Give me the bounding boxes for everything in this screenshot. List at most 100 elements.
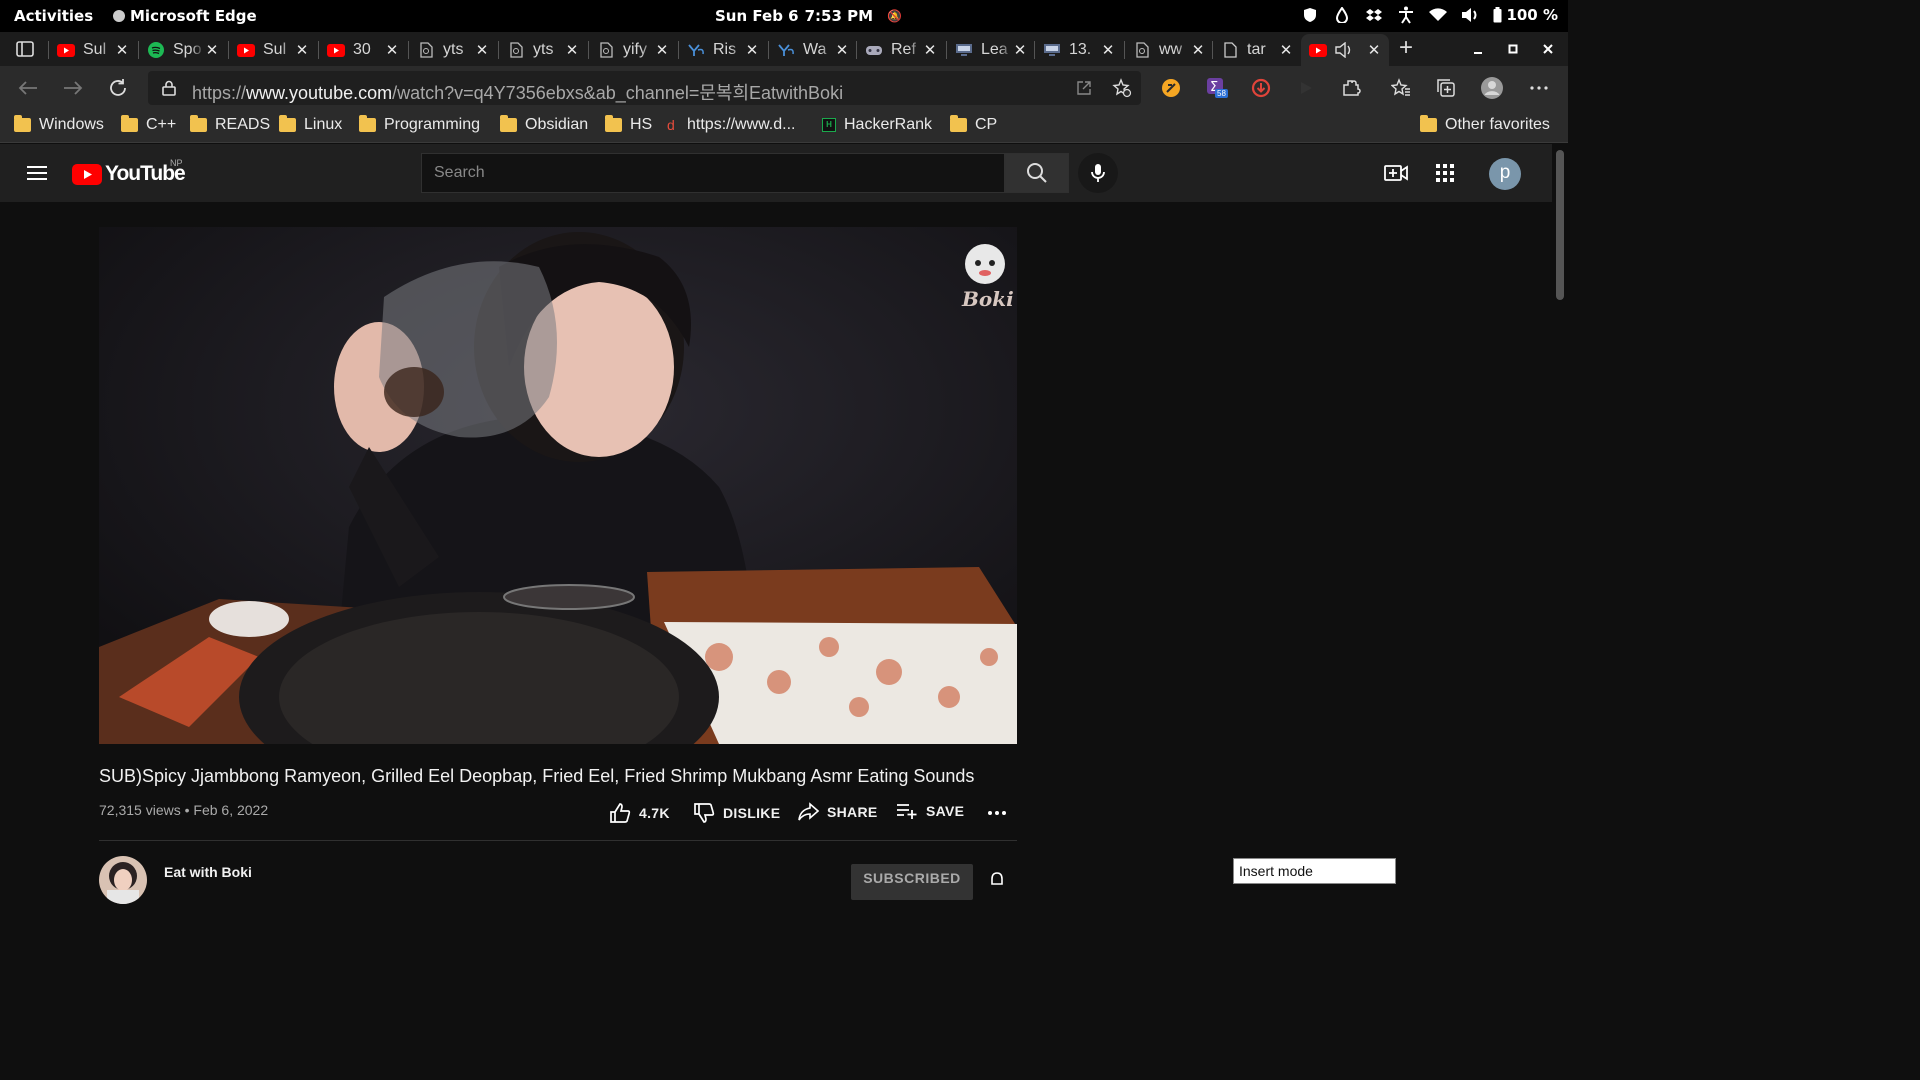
tab-close-icon[interactable]: ✕ [565, 41, 579, 59]
app-menu[interactable]: Microsoft Edge [113, 7, 257, 25]
url-text[interactable]: https://www.youtube.com/watch?v=q4Y7356e… [192, 79, 843, 105]
bookmark-item[interactable]: READS [190, 115, 271, 134]
minimize-button[interactable] [1466, 37, 1490, 61]
browser-tab[interactable]: yts ✕ [507, 36, 579, 64]
browser-tab[interactable]: ww ✕ [1133, 36, 1205, 64]
browser-tab[interactable]: Spo ✕ [147, 36, 219, 64]
like-button[interactable]: 4.7K [609, 802, 670, 824]
tab-close-icon[interactable]: ✕ [295, 41, 309, 59]
settings-menu-icon[interactable] [1527, 76, 1551, 100]
search-button[interactable] [1005, 153, 1069, 193]
tab-close-icon[interactable]: ✕ [205, 41, 219, 59]
wifi-icon[interactable] [1429, 6, 1448, 24]
bookmark-item[interactable]: Linux [279, 115, 343, 134]
shield-icon[interactable] [1301, 6, 1319, 24]
hamburger-menu-icon[interactable] [25, 161, 49, 185]
search-input[interactable] [421, 153, 1005, 193]
save-button[interactable]: SAVE [896, 802, 964, 820]
apps-grid-icon[interactable] [1433, 161, 1457, 185]
clock[interactable]: Sun Feb 6 7:53 PM 🔕 [715, 7, 902, 25]
bookmark-label: Linux [304, 116, 343, 133]
bookmark-item[interactable]: CP [950, 115, 997, 134]
bookmark-item[interactable]: Programming [359, 115, 480, 134]
lock-icon[interactable] [162, 80, 176, 96]
bookmark-item[interactable]: HS [605, 115, 652, 134]
tab-close-icon[interactable]: ✕ [1013, 41, 1027, 59]
extension-sigma-icon[interactable]: Σ 58 [1205, 76, 1229, 100]
tab-close-icon[interactable]: ✕ [1101, 41, 1115, 59]
browser-tab[interactable]: Ris ✕ [687, 36, 759, 64]
browser-tab[interactable]: Sul ✕ [237, 36, 309, 64]
maximize-button[interactable] [1501, 37, 1525, 61]
browser-tab[interactable]: Ref ✕ [865, 36, 937, 64]
browser-tab[interactable]: yts ✕ [417, 36, 489, 64]
bookmark-item[interactable]: C++ [121, 115, 176, 134]
favorites-icon[interactable] [1389, 76, 1413, 100]
video-player[interactable]: Boki [99, 227, 1017, 744]
voice-search-button[interactable] [1078, 153, 1118, 193]
notification-bell-icon[interactable] [988, 872, 1006, 886]
forward-button[interactable] [61, 76, 85, 100]
new-tab-button[interactable]: + [1394, 34, 1418, 61]
tab-close-icon[interactable]: ✕ [745, 41, 759, 59]
browser-tab-active[interactable]: ✕ [1309, 36, 1383, 64]
address-bar[interactable]: https://www.youtube.com/watch?v=q4Y7356e… [148, 71, 1141, 105]
dislike-button[interactable]: DISLIKE [693, 802, 780, 824]
battery-indicator[interactable]: 100 % [1493, 6, 1558, 24]
drop-icon[interactable] [1333, 6, 1351, 24]
extension-play-icon[interactable] [1294, 76, 1318, 100]
bookmark-label: READS [215, 116, 271, 133]
profile-icon[interactable] [1480, 76, 1504, 100]
channel-name[interactable]: Eat with Boki [164, 864, 252, 880]
youtube-logo[interactable]: YouTube [72, 162, 186, 186]
microphone-icon [1091, 164, 1105, 182]
browser-tab[interactable]: tar ✕ [1221, 36, 1293, 64]
tab-close-icon[interactable]: ✕ [385, 41, 399, 59]
share-button[interactable]: SHARE [797, 802, 878, 822]
page-scrollbar[interactable] [1552, 144, 1568, 882]
folder-icon [14, 115, 31, 132]
more-actions-button[interactable] [988, 811, 1006, 815]
collections-icon[interactable] [1434, 76, 1458, 100]
add-favorite-icon[interactable] [1112, 78, 1132, 98]
open-in-app-icon[interactable] [1076, 80, 1092, 96]
system-tray[interactable]: 100 % [1301, 6, 1558, 24]
tab-close-icon[interactable]: ✕ [655, 41, 669, 59]
tab-close-icon[interactable]: ✕ [115, 41, 129, 59]
account-avatar[interactable]: p [1489, 158, 1521, 190]
bookmark-item[interactable]: H HackerRank [822, 116, 932, 134]
scrollbar-thumb[interactable] [1556, 150, 1564, 300]
extension-orange-icon[interactable] [1159, 76, 1183, 100]
tab-close-icon[interactable]: ✕ [835, 41, 849, 59]
browser-tab[interactable]: Lea ✕ [955, 36, 1027, 64]
tab-actions-icon[interactable] [13, 37, 37, 61]
dropbox-icon[interactable] [1365, 6, 1383, 24]
tab-close-icon[interactable]: ✕ [1279, 41, 1293, 59]
tab-close-icon[interactable]: ✕ [475, 41, 489, 59]
browser-tab[interactable]: 13. ✕ [1043, 36, 1115, 64]
bookmark-item[interactable]: Windows [14, 115, 104, 134]
tab-close-icon[interactable]: ✕ [1367, 41, 1381, 59]
tab-close-icon[interactable]: ✕ [1191, 41, 1205, 59]
browser-tab[interactable]: 30 ✕ [327, 36, 399, 64]
browser-tab[interactable]: Wa ✕ [777, 36, 849, 64]
extension-download-icon[interactable] [1249, 76, 1273, 100]
channel-avatar[interactable] [99, 856, 147, 904]
volume-icon[interactable] [1461, 6, 1479, 24]
bookmark-item[interactable]: Obsidian [500, 115, 588, 134]
activities-button[interactable]: Activities [14, 7, 93, 25]
extensions-icon[interactable] [1339, 76, 1363, 100]
accessibility-icon[interactable] [1397, 6, 1415, 24]
create-video-icon[interactable] [1384, 161, 1408, 185]
audio-playing-icon[interactable] [1335, 42, 1353, 58]
bookmark-item[interactable]: d https://www.d... [667, 116, 795, 134]
tab-close-icon[interactable]: ✕ [923, 41, 937, 59]
other-favorites[interactable]: Other favorites [1420, 115, 1550, 134]
close-window-button[interactable] [1536, 37, 1560, 61]
subscribed-button[interactable]: SUBSCRIBED [851, 864, 973, 900]
document-icon [1221, 42, 1239, 58]
refresh-button[interactable] [106, 76, 130, 100]
back-button[interactable] [16, 76, 40, 100]
browser-tab[interactable]: yify ✕ [597, 36, 669, 64]
browser-tab[interactable]: Sul ✕ [57, 36, 129, 64]
